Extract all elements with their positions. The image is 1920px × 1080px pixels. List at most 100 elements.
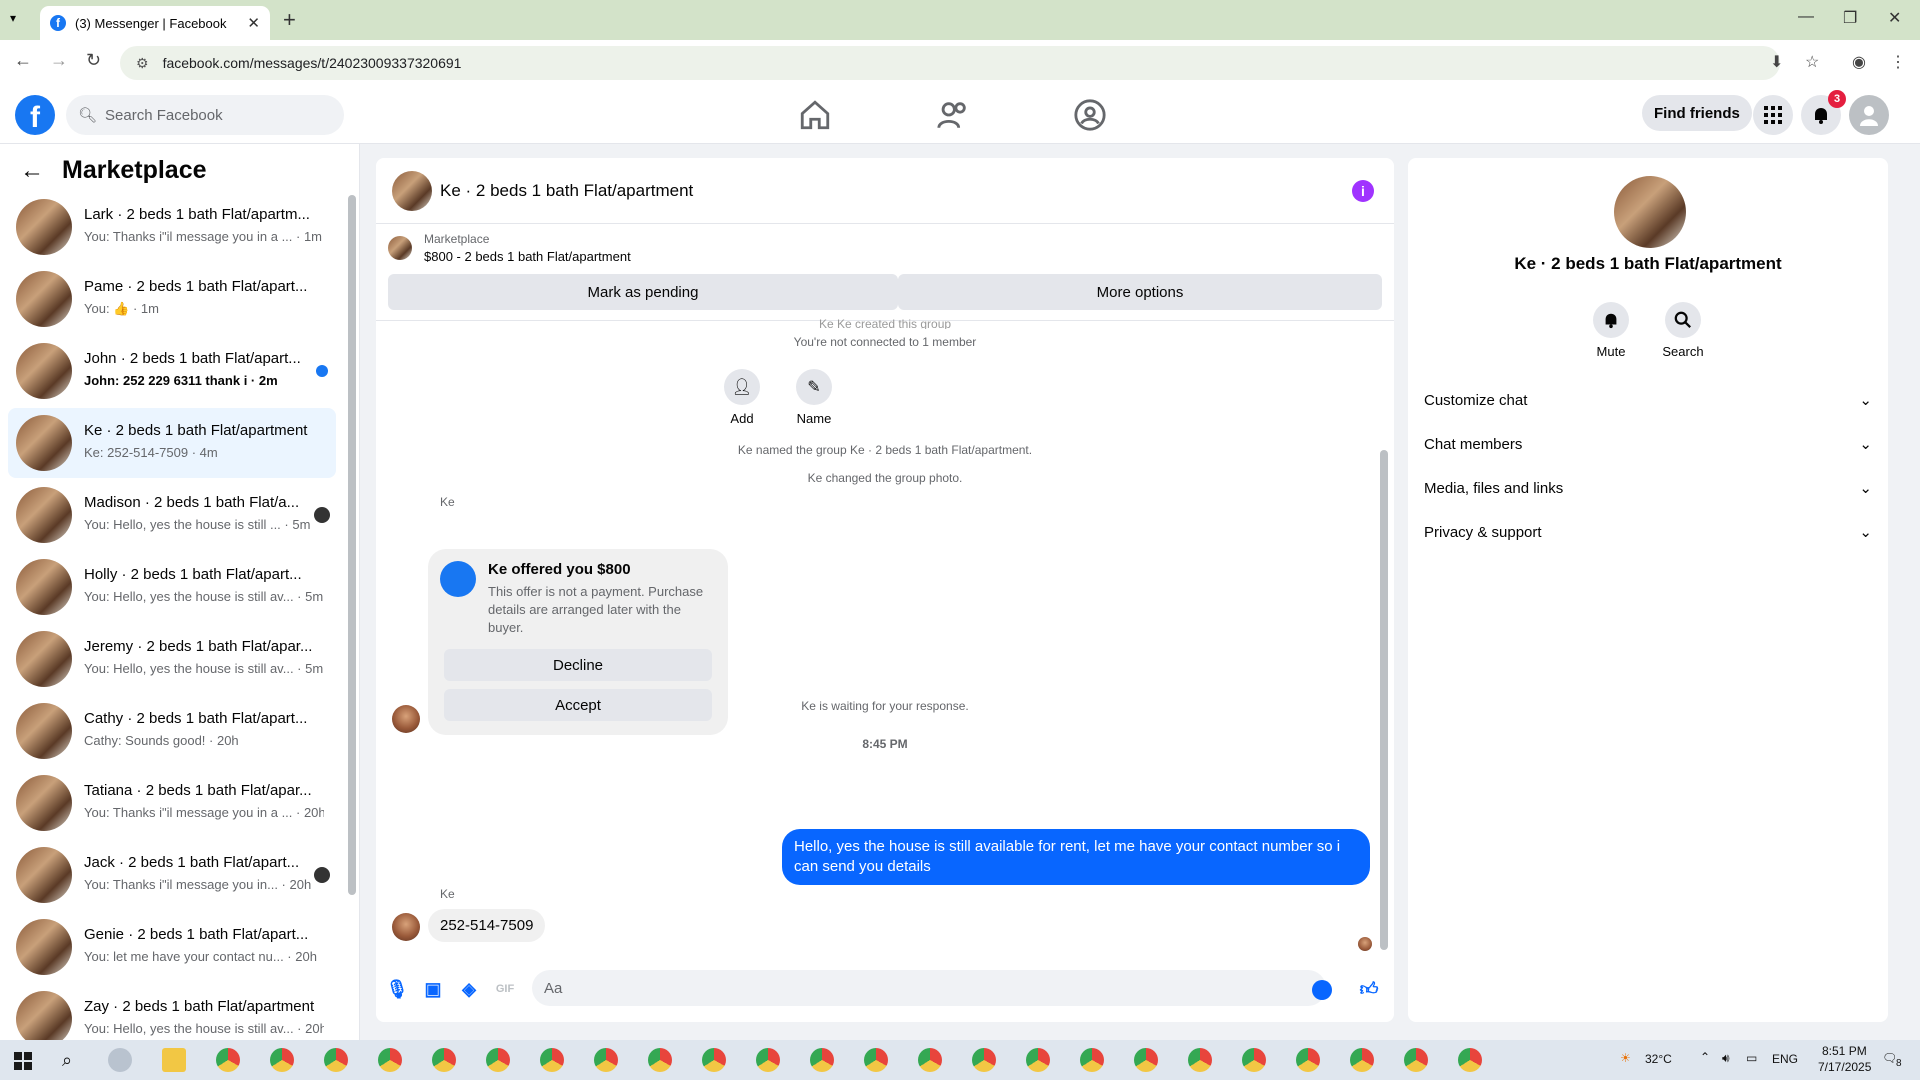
- weather-temp[interactable]: 32°C: [1645, 1052, 1672, 1066]
- gif-icon[interactable]: GIF: [494, 978, 516, 1000]
- more-options-button[interactable]: More options: [898, 274, 1382, 310]
- media-files-links-section[interactable]: Media, files and links ⌄: [1424, 466, 1872, 510]
- weather-icon[interactable]: ☀: [1620, 1051, 1631, 1065]
- chrome-window-icon[interactable]: [864, 1048, 888, 1072]
- chrome-window-icon[interactable]: [1404, 1048, 1428, 1072]
- account-avatar[interactable]: [1849, 95, 1889, 135]
- chrome-window-icon[interactable]: [918, 1048, 942, 1072]
- chrome-window-icon[interactable]: [1458, 1048, 1482, 1072]
- conversation-item[interactable]: Ke · 2 beds 1 bath Flat/apartment Ke: 252…: [8, 408, 336, 478]
- chrome-window-icon[interactable]: [1188, 1048, 1212, 1072]
- taskbar-search-icon[interactable]: ⌕: [62, 1050, 72, 1071]
- install-app-icon[interactable]: ⬇: [1770, 52, 1783, 72]
- privacy-support-section[interactable]: Privacy & support ⌄: [1424, 510, 1872, 554]
- chrome-window-icon[interactable]: [810, 1048, 834, 1072]
- listing-title[interactable]: $800 - 2 beds 1 bath Flat/apartment: [424, 249, 631, 264]
- chat-scrollbar[interactable]: [1380, 450, 1388, 950]
- ke-avatar[interactable]: [392, 913, 420, 941]
- sticker-icon[interactable]: ◈: [458, 978, 480, 1000]
- browser-menu-icon[interactable]: ⋮: [1890, 52, 1906, 72]
- chrome-window-icon[interactable]: [378, 1048, 402, 1072]
- find-friends-button[interactable]: Find friends: [1642, 95, 1752, 131]
- url-field[interactable]: ⚙ facebook.com/messages/t/24023009337320…: [120, 46, 1780, 80]
- windows-start-icon[interactable]: [14, 1052, 32, 1070]
- conversation-item[interactable]: Tatiana · 2 beds 1 bath Flat/apar... You:…: [8, 768, 336, 838]
- bookmark-star-icon[interactable]: ☆: [1805, 52, 1819, 72]
- chat-members-section[interactable]: Chat members ⌄: [1424, 422, 1872, 466]
- conversation-item[interactable]: John · 2 beds 1 bath Flat/apart... John: …: [8, 336, 336, 406]
- emoji-icon[interactable]: [1312, 980, 1332, 1000]
- conversation-item[interactable]: Jack · 2 beds 1 bath Flat/apart... You: T…: [8, 840, 336, 910]
- chrome-window-icon[interactable]: [972, 1048, 996, 1072]
- chat-title[interactable]: Ke · 2 beds 1 bath Flat/apartment: [440, 181, 693, 201]
- file-explorer-icon[interactable]: [162, 1048, 186, 1072]
- chrome-window-icon[interactable]: [756, 1048, 780, 1072]
- chrome-window-icon[interactable]: [486, 1048, 510, 1072]
- notification-center-icon[interactable]: 🗨︎: [1882, 1051, 1897, 1065]
- facebook-logo-icon[interactable]: f: [15, 95, 55, 135]
- home-icon[interactable]: [798, 98, 832, 132]
- clock-date[interactable]: 7/17/2025: [1818, 1060, 1871, 1074]
- customize-chat-section[interactable]: Customize chat ⌄: [1424, 378, 1872, 422]
- chrome-window-icon[interactable]: [1080, 1048, 1104, 1072]
- conversation-item[interactable]: Zay · 2 beds 1 bath Flat/apartment You: H…: [8, 984, 336, 1040]
- chrome-window-icon[interactable]: [594, 1048, 618, 1072]
- network-icon[interactable]: ▭: [1746, 1051, 1757, 1065]
- profile-icon[interactable]: ◉: [1852, 52, 1866, 72]
- listing-thumbnail[interactable]: [392, 171, 432, 211]
- chrome-window-icon[interactable]: [1350, 1048, 1374, 1072]
- like-thumb-icon[interactable]: 👍︎: [1358, 978, 1380, 1000]
- conversation-item[interactable]: Holly · 2 beds 1 bath Flat/apart... You: …: [8, 552, 336, 622]
- tray-chevron-icon[interactable]: ⌃: [1700, 1050, 1710, 1064]
- close-window-icon[interactable]: ✕: [1888, 8, 1901, 28]
- name-group-button[interactable]: ✎ Name: [774, 369, 854, 426]
- back-arrow-icon[interactable]: ←: [20, 157, 44, 185]
- chrome-window-icon[interactable]: [324, 1048, 348, 1072]
- photo-icon[interactable]: ▣: [422, 978, 444, 1000]
- chrome-window-icon[interactable]: [1242, 1048, 1266, 1072]
- outgoing-message[interactable]: Hello, yes the house is still available …: [782, 829, 1370, 885]
- chrome-window-icon[interactable]: [270, 1048, 294, 1072]
- add-member-button[interactable]: 👤︎ Add: [702, 369, 782, 426]
- chrome-window-icon[interactable]: [1296, 1048, 1320, 1072]
- site-info-icon[interactable]: ⚙: [136, 55, 149, 72]
- search-conversation-button[interactable]: Search: [1648, 302, 1718, 359]
- microphone-icon[interactable]: 🎙︎: [386, 978, 409, 1000]
- decline-button[interactable]: Decline: [444, 649, 712, 681]
- conversation-item[interactable]: Pame · 2 beds 1 bath Flat/apart... You: 👍…: [8, 264, 336, 334]
- speaker-icon[interactable]: 🔊︎: [1722, 1051, 1730, 1066]
- language-indicator[interactable]: ENG: [1772, 1052, 1798, 1066]
- conversation-item[interactable]: Cathy · 2 beds 1 bath Flat/apart... Cathy…: [8, 696, 336, 766]
- chrome-window-icon[interactable]: [702, 1048, 726, 1072]
- back-icon[interactable]: ←: [14, 50, 32, 71]
- forward-icon[interactable]: →: [50, 50, 68, 71]
- chrome-window-icon[interactable]: [432, 1048, 456, 1072]
- chrome-window-icon[interactable]: [216, 1048, 240, 1072]
- browser-tab[interactable]: f (3) Messenger | Facebook ✕: [40, 6, 270, 40]
- conversation-item[interactable]: Jeremy · 2 beds 1 bath Flat/apar... You: …: [8, 624, 336, 694]
- message-input[interactable]: Aa: [532, 970, 1326, 1006]
- menu-grid-icon[interactable]: [1753, 95, 1793, 135]
- clock-time[interactable]: 8:51 PM: [1822, 1044, 1867, 1058]
- tab-search-icon[interactable]: ▾: [10, 11, 16, 25]
- mark-as-pending-button[interactable]: Mark as pending: [388, 274, 898, 310]
- chrome-window-icon[interactable]: [540, 1048, 564, 1072]
- chrome-window-icon[interactable]: [1134, 1048, 1158, 1072]
- search-facebook-field[interactable]: 🔍︎ Search Facebook: [66, 95, 344, 135]
- restore-icon[interactable]: ❐: [1843, 8, 1857, 28]
- new-tab-icon[interactable]: +: [283, 7, 296, 33]
- info-icon[interactable]: i: [1352, 180, 1374, 202]
- chrome-window-icon[interactable]: [1026, 1048, 1050, 1072]
- app-icon[interactable]: [108, 1048, 132, 1072]
- conversation-item[interactable]: Lark · 2 beds 1 bath Flat/apartm... You: …: [8, 192, 336, 262]
- left-scrollbar[interactable]: [348, 195, 356, 895]
- mute-button[interactable]: Mute: [1576, 302, 1646, 359]
- reload-icon[interactable]: ↻: [86, 50, 101, 71]
- conversation-item[interactable]: Madison · 2 beds 1 bath Flat/a... You: He…: [8, 480, 336, 550]
- chrome-window-icon[interactable]: [648, 1048, 672, 1072]
- groups-icon[interactable]: [1073, 98, 1107, 132]
- conversation-item[interactable]: Genie · 2 beds 1 bath Flat/apart... You: …: [8, 912, 336, 982]
- close-tab-icon[interactable]: ✕: [247, 14, 260, 32]
- incoming-message[interactable]: 252-514-7509: [428, 909, 546, 942]
- friends-icon[interactable]: [936, 98, 970, 132]
